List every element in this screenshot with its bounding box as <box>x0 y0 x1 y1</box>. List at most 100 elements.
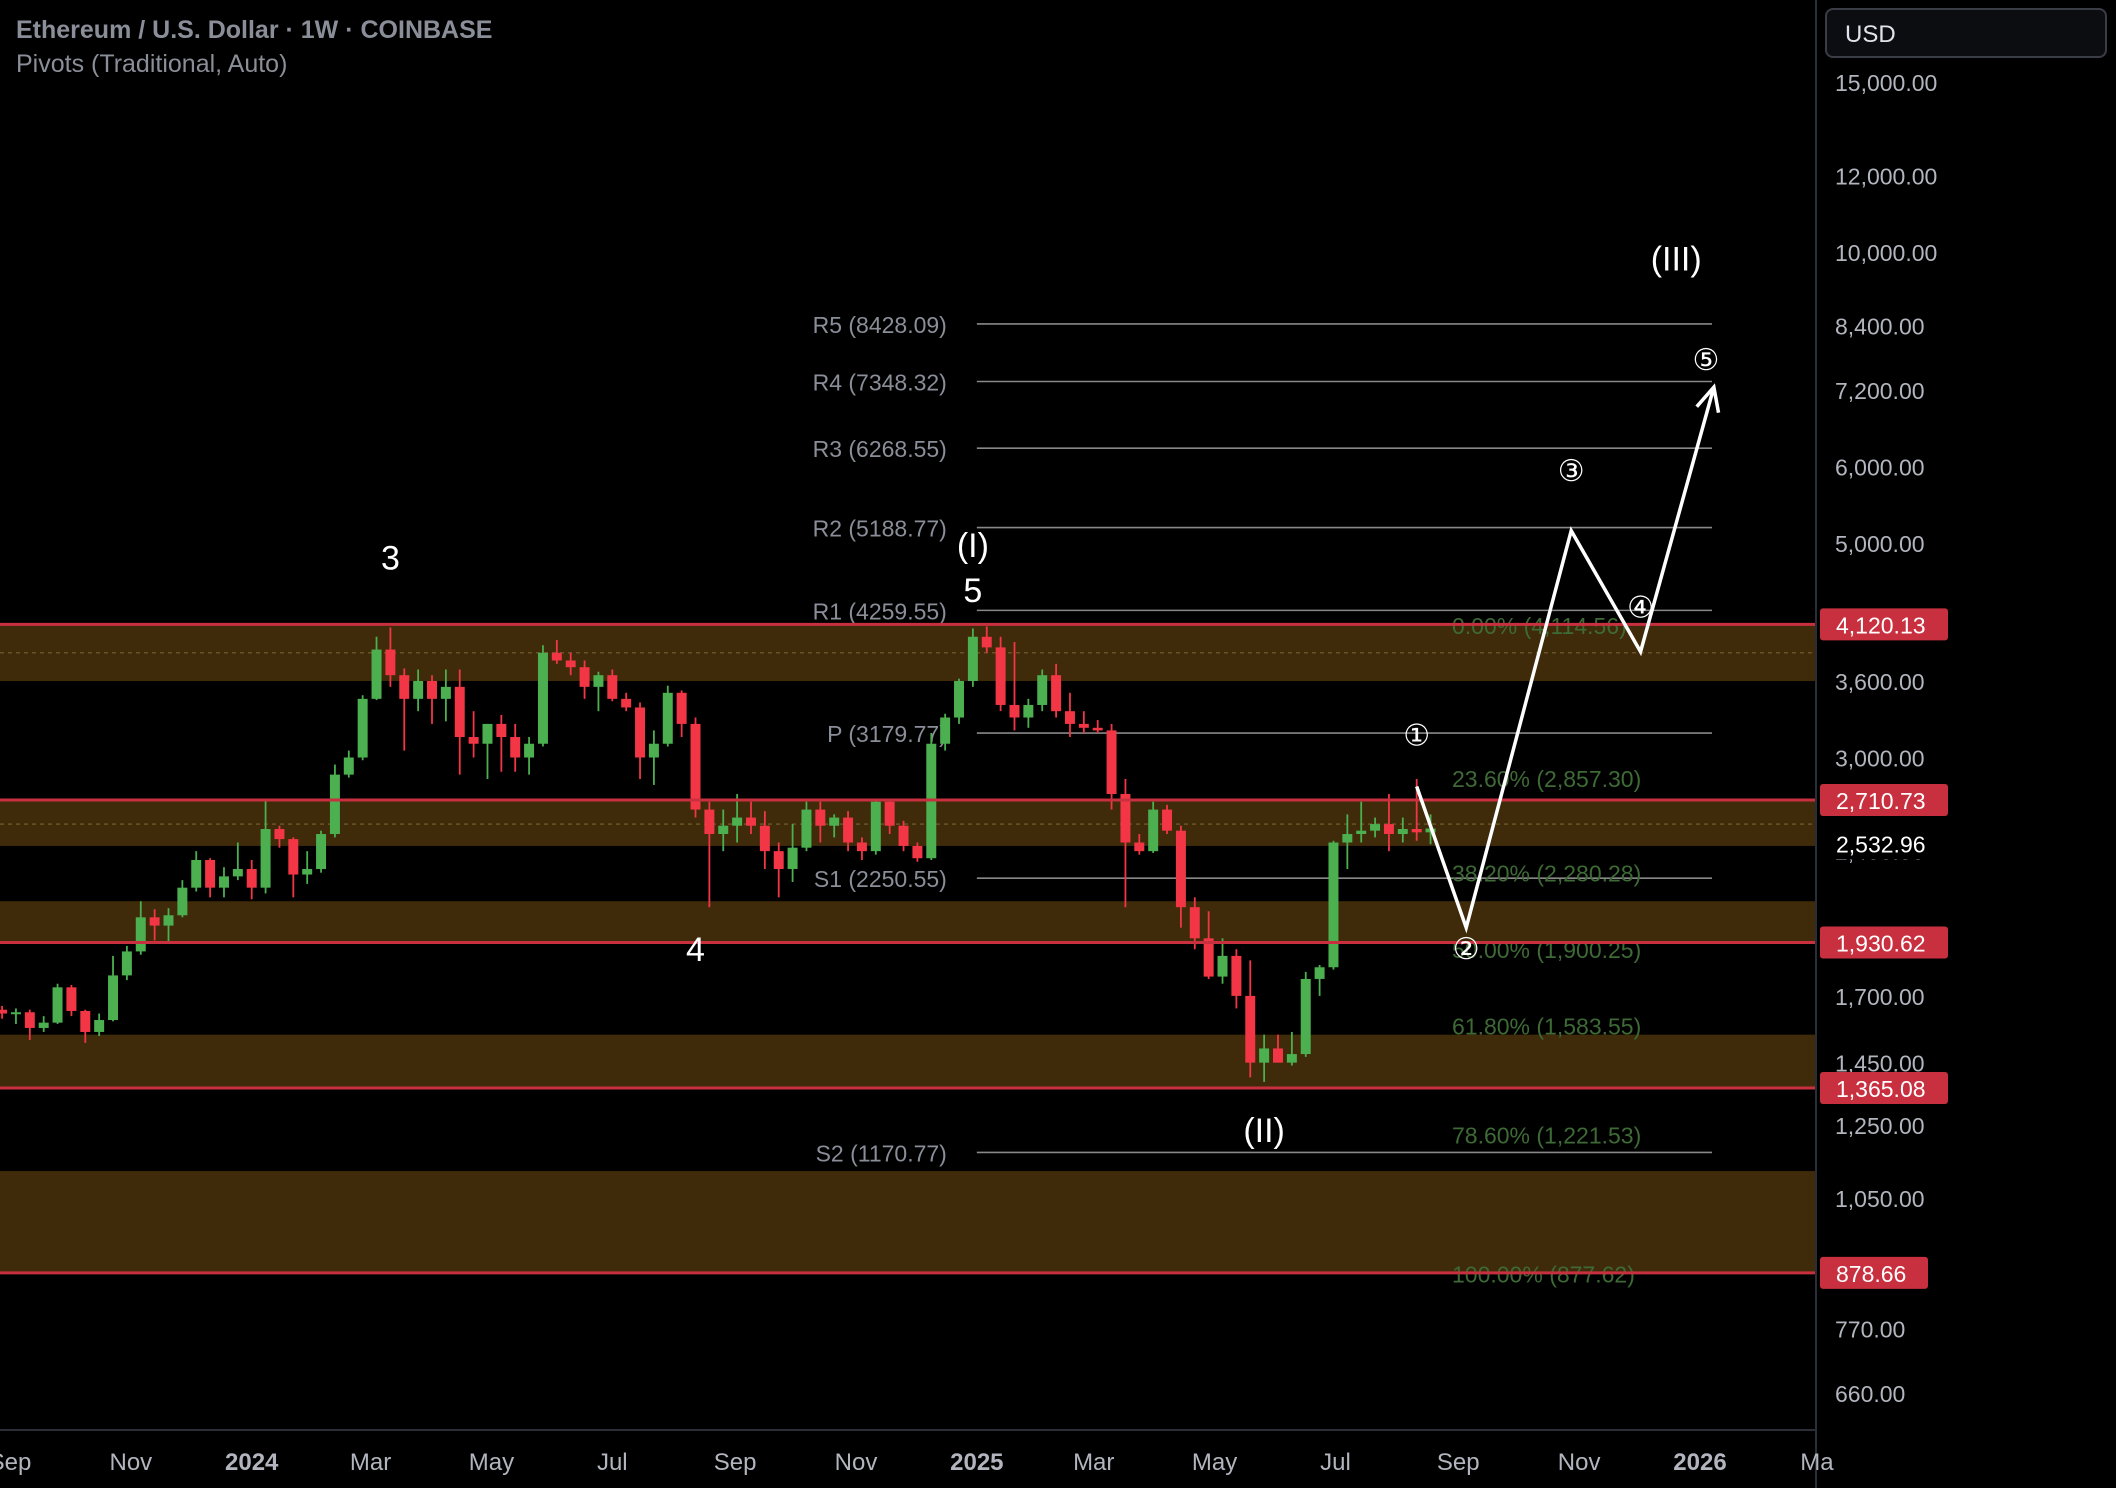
candle-body <box>1037 675 1048 705</box>
candle-body <box>399 675 410 699</box>
x-tick-label: Sep <box>714 1449 757 1476</box>
candle-body <box>1231 955 1242 996</box>
x-tick-label: 2025 <box>950 1449 1003 1476</box>
x-tick-label: Jul <box>597 1449 628 1476</box>
candle-body <box>1411 829 1422 833</box>
y-tick-label: 3,000.00 <box>1835 746 1925 772</box>
x-tick-label: Ma <box>1800 1449 1834 1476</box>
candle-body <box>52 987 63 1023</box>
candle-body <box>843 817 854 843</box>
y-tick-label: 660.00 <box>1835 1381 1905 1407</box>
currency-button[interactable]: USD <box>1825 8 2107 58</box>
y-tick-label: 1,050.00 <box>1835 1186 1925 1212</box>
candle-body <box>38 1022 49 1028</box>
candle-body <box>1273 1048 1283 1063</box>
pivot-label: S2 (1170.77) <box>816 1140 947 1166</box>
candle-body <box>232 869 243 877</box>
candle-body <box>135 917 146 952</box>
x-tick-label: Nov <box>110 1449 153 1476</box>
candle-body <box>759 825 770 852</box>
x-tick-label: Sep <box>1437 1449 1480 1476</box>
candle-body <box>24 1012 35 1028</box>
indicator-label[interactable]: Pivots (Traditional, Auto) <box>16 50 287 79</box>
candle-body <box>343 757 354 775</box>
candle-body <box>1203 938 1214 977</box>
pivot-label: R2 (5188.77) <box>813 516 947 542</box>
wave-count-label: ④ <box>1627 590 1654 625</box>
candle-body <box>454 686 465 738</box>
y-tick-label: 15,000.00 <box>1835 70 1937 96</box>
candle-body <box>1078 723 1089 728</box>
y-tick-label: 770.00 <box>1835 1316 1905 1342</box>
chart-title: Ethereum / U.S. Dollar · 1W · COINBASE <box>16 16 493 44</box>
candle-body <box>329 774 340 835</box>
price-badge-label: 1,365.08 <box>1836 1076 1926 1102</box>
pivot-label: S1 (2250.55) <box>814 866 947 892</box>
fib-level-label: 78.60% (1,221.53) <box>1452 1123 1641 1149</box>
candle-body <box>1259 1048 1270 1063</box>
candle-body <box>371 649 382 699</box>
wave-count-label: ③ <box>1558 454 1585 489</box>
candle-body <box>579 667 590 687</box>
candle-body <box>149 917 160 926</box>
x-tick-label: 2026 <box>1673 1449 1726 1476</box>
y-tick-label: 8,400.00 <box>1835 313 1925 339</box>
candle-body <box>940 717 951 744</box>
candle-body <box>94 1020 105 1032</box>
current-price-label: 2,532.96 <box>1836 832 1926 858</box>
candle-body <box>108 975 119 1021</box>
candle-body <box>565 660 576 668</box>
candle-body <box>1106 730 1117 795</box>
candle-body <box>607 675 618 699</box>
candle-body <box>1356 830 1367 835</box>
fib-level-label: 0.00% (4,114.56) <box>1452 613 1627 639</box>
pivot-label: R4 (7348.32) <box>813 369 947 395</box>
candle-body <box>1314 967 1325 979</box>
pivot-label: P (3179.77) <box>827 721 947 747</box>
candle-body <box>177 887 188 916</box>
x-tick-label: Nov <box>835 1449 878 1476</box>
candle-body <box>551 652 562 661</box>
candle-body <box>1162 809 1173 831</box>
pivot-label: R1 (4259.55) <box>813 598 947 624</box>
y-tick-label: 3,600.00 <box>1835 669 1925 695</box>
candle-body <box>496 723 507 738</box>
candle-body <box>80 1010 91 1032</box>
candle-body <box>205 859 216 888</box>
candle-body <box>1148 809 1159 852</box>
candle-body <box>635 707 646 758</box>
fib-level-label: 61.80% (1,583.55) <box>1452 1014 1641 1040</box>
candle-body <box>898 825 909 846</box>
candle-body <box>1383 824 1394 835</box>
candle-body <box>1300 978 1311 1055</box>
candle-body <box>1009 704 1020 718</box>
candle-body <box>1134 842 1145 852</box>
candle-body <box>537 652 548 744</box>
wave-count-label: ② <box>1453 932 1480 967</box>
candle-body <box>274 829 285 840</box>
pivot-label: R3 (6268.55) <box>813 436 947 462</box>
candle-body <box>954 680 965 718</box>
price-badge-label: 4,120.13 <box>1836 612 1926 638</box>
candle-body <box>884 801 895 826</box>
x-tick-label: May <box>1192 1449 1237 1476</box>
support-resistance-zone <box>0 1171 1815 1273</box>
x-tick-label: Sep <box>0 1449 31 1476</box>
candle-body <box>967 636 978 681</box>
candle-body <box>246 869 257 888</box>
x-tick-label: May <box>469 1449 514 1476</box>
wave-count-label: ⑤ <box>1692 343 1719 378</box>
candle-body <box>482 723 493 744</box>
pivot-label: R5 (8428.09) <box>813 312 947 338</box>
candle-body <box>510 737 521 758</box>
y-tick-label: 5,000.00 <box>1835 531 1925 557</box>
candle-body <box>385 649 396 676</box>
elliott-wave-label: (I) <box>957 527 989 565</box>
candle-body <box>1342 834 1353 843</box>
price-chart[interactable]: R5 (8428.09) R4 (7348.32) R3 (6268.55) R2 (… <box>0 0 2116 1488</box>
y-tick-label: 1,250.00 <box>1835 1113 1925 1139</box>
candle-body <box>981 636 992 648</box>
candle-body <box>66 987 77 1011</box>
candle-body <box>745 817 756 826</box>
candle-body <box>1189 907 1200 939</box>
